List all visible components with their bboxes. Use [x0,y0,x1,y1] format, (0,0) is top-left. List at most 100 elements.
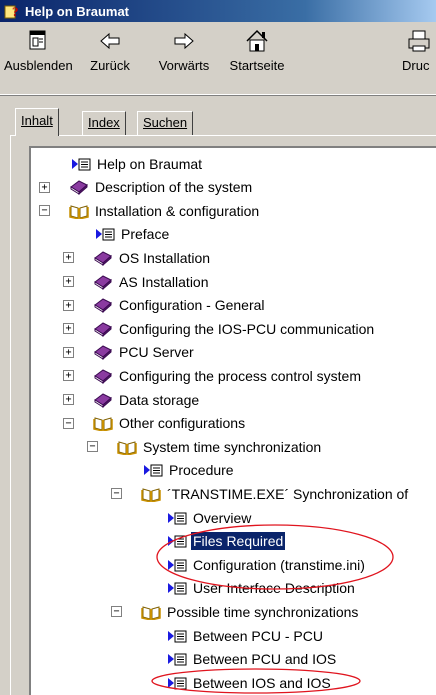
tab-index-label: Index [88,115,120,130]
svg-text:?: ? [12,4,19,19]
page-icon [71,156,91,172]
tree-item[interactable]: + Configuration - General [63,294,267,317]
expand-icon[interactable]: + [63,394,74,405]
closed-book-icon [93,344,113,361]
tree-item-label: Preface [121,226,170,243]
tab-panel: Help on Braumat + Description of the syste… [10,135,436,695]
tab-search[interactable]: Suchen [137,111,194,135]
back-button[interactable]: Zurück [80,28,140,86]
tree-item-label: Configuration - General [119,297,265,314]
page-icon [143,462,163,478]
page-icon [167,651,187,667]
open-book-icon [117,439,137,455]
collapse-icon[interactable]: − [87,441,98,453]
tree-item-label: Help on Braumat [97,155,203,172]
forward-button[interactable]: Vorwärts [152,28,216,86]
tree-item[interactable]: Between PCU and IOS [167,648,338,671]
expand-icon[interactable]: + [63,323,74,335]
tree-item[interactable]: + Description of the system [39,176,254,199]
toolbar: Ausblenden Zurück Vorwärts Startseite Dr… [0,22,436,96]
collapse-icon[interactable]: − [111,488,122,500]
tree-item-label: Possible time synchronizations [167,603,359,620]
tree-item[interactable]: Between PCU - PCU [167,624,325,647]
tree-item-label: PCU Server [119,344,194,361]
tree-item[interactable]: − Installation & configuration [39,199,261,222]
open-book-icon [141,486,161,502]
tree-item[interactable]: + Configuring the process control system [63,364,363,387]
tab-contents[interactable]: Inhalt [15,108,59,136]
expand-icon[interactable]: + [63,276,74,287]
home-button[interactable]: Startseite [222,28,292,86]
page-icon [167,510,187,526]
tree-item-label: Overview [193,509,252,526]
closed-book-icon [93,392,113,408]
title-bar: ? Help on Braumat [0,0,436,22]
tree-item[interactable]: + AS Installation [63,270,211,293]
tree-item-label: Other configurations [119,415,246,432]
hide-icon [29,30,46,50]
tree-item[interactable]: Help on Braumat [71,152,204,175]
tree-item-label: Configuring the process control system [119,367,361,384]
home-icon [246,29,268,52]
tree-item[interactable]: Files Required [167,530,286,553]
contents-tree[interactable]: Help on Braumat + Description of the syste… [29,146,436,695]
tree-item[interactable]: − System time synchronization [87,435,323,458]
closed-book-icon [93,297,113,314]
collapse-icon[interactable]: − [63,417,74,429]
open-book-icon [69,203,89,219]
expand-icon[interactable]: + [39,181,50,193]
tree-item[interactable]: + PCU Server [63,341,196,364]
tree-item-label: Data storage [119,391,200,408]
closed-book-icon [69,179,89,196]
hide-label: Ausblenden [4,58,73,73]
print-icon [408,30,430,52]
tree-item[interactable]: Procedure [143,459,236,482]
window-title: Help on Braumat [25,3,130,19]
page-icon [167,533,187,549]
expand-icon[interactable]: + [63,346,74,358]
tree-item[interactable]: − Possible time synchronizations [111,600,360,623]
page-icon [167,580,187,596]
tree-item-label: AS Installation [119,273,209,290]
tree-item-label: Files Required [191,532,286,551]
tree-item-label: Between PCU - PCU [193,627,323,644]
collapse-icon[interactable]: − [39,205,50,217]
page-icon [167,628,187,644]
tab-index[interactable]: Index [82,111,126,135]
forward-arrow-icon [174,32,194,50]
tree-item[interactable]: − ´TRANSTIME.EXE´ Synchronization of [111,482,410,505]
home-label: Startseite [229,58,285,73]
tree-item[interactable]: Between IOS and IOS [167,671,333,694]
tree-item[interactable]: + OS Installation [63,246,212,269]
tab-contents-label: Inhalt [21,113,53,128]
tab-search-label: Suchen [143,115,188,130]
open-book-icon [93,415,113,432]
tree-item-label: Installation & configuration [95,202,260,219]
tree-item-label: ´TRANSTIME.EXE´ Synchronization of [167,485,409,502]
closed-book-icon [93,321,113,337]
expand-icon[interactable]: + [63,370,74,382]
hide-button[interactable]: Ausblenden [4,28,73,86]
tree-item-label: Between IOS and IOS [193,674,331,691]
expand-icon[interactable]: + [63,252,74,264]
tree-item[interactable]: + Configuring the IOS-PCU communication [63,317,376,340]
page-icon [167,675,187,691]
tree-item-label: Configuring the IOS-PCU communication [119,320,375,337]
tree-item-label: System time synchronization [143,438,322,455]
tree-item[interactable]: Overview [167,506,253,529]
tree-item-label: Between PCU and IOS [193,651,337,668]
tree-item[interactable]: User Interface Description [167,577,357,600]
tree-item[interactable]: − Other configurations [63,412,247,435]
tree-item[interactable]: + Data storage [63,388,201,411]
expand-icon[interactable]: + [63,299,74,311]
tree-item[interactable]: Preface [95,223,171,246]
tree-item[interactable]: Configuration (transtime.ini) [167,553,367,576]
forward-label: Vorwärts [158,58,210,73]
print-button[interactable]: Druc [398,28,436,86]
tree-item-label: Description of the system [95,179,253,196]
open-book-icon [141,604,161,620]
closed-book-icon [93,250,113,266]
page-icon [167,557,187,573]
collapse-icon[interactable]: − [111,606,122,618]
closed-book-icon [93,368,113,384]
